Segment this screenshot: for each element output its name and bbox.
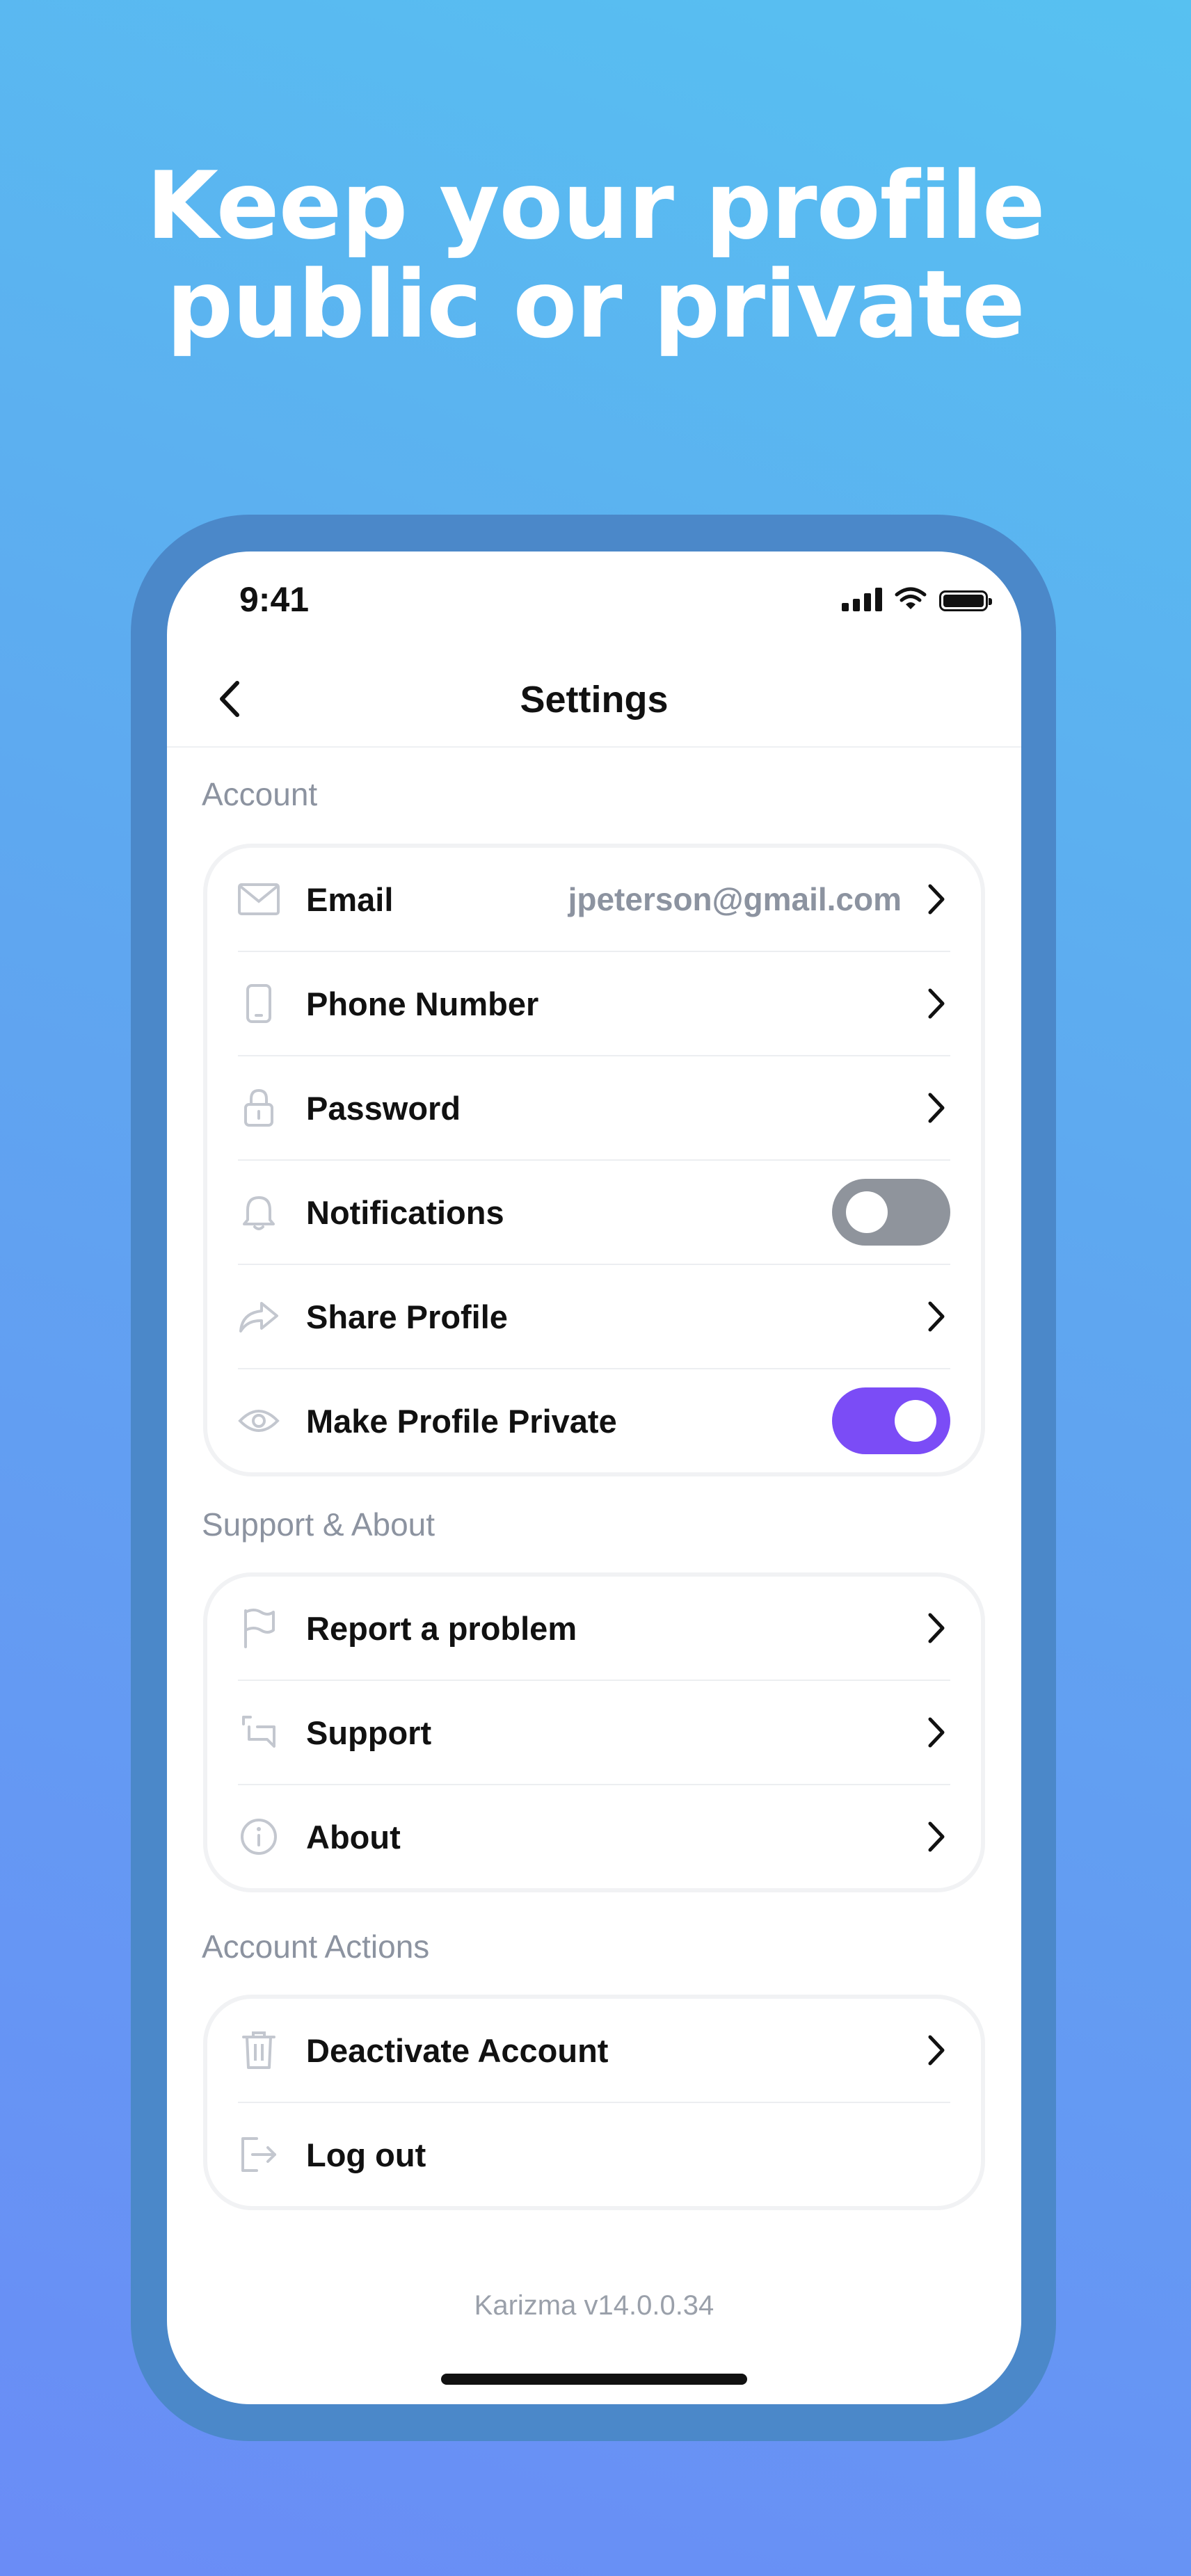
signal-icon [842,586,882,611]
flag-icon [238,1607,280,1649]
row-label: Make Profile Private [306,1402,617,1440]
chevron-right-icon [922,1816,950,1858]
info-icon [238,1816,280,1858]
phone-screen: 9:41 Settings Account Email jpeterson@gm… [167,552,1021,2404]
settings-row-support[interactable]: Support [238,1681,950,1785]
make-private-toggle[interactable] [832,1387,950,1454]
settings-row-logout[interactable]: Log out [238,2103,950,2206]
section-label-actions: Account Actions [202,1929,430,1965]
chevron-right-icon [922,983,950,1024]
page-title: Settings [520,679,669,721]
settings-row-phone[interactable]: Phone Number [238,952,950,1056]
wifi-icon [895,587,927,609]
chat-icon [238,1712,280,1753]
settings-row-deactivate[interactable]: Deactivate Account [238,1999,950,2103]
settings-row-password[interactable]: Password [238,1056,950,1161]
notifications-toggle[interactable] [832,1179,950,1246]
lock-icon [238,1087,280,1129]
app-version: Karizma v14.0.0.34 [474,2290,714,2321]
share-icon [238,1296,280,1337]
row-label: Password [306,1089,461,1127]
row-label: Log out [306,2136,426,2173]
headline: Keep your profile public or private [0,156,1191,354]
row-label: Email [306,880,394,918]
row-label: Share Profile [306,1298,508,1335]
chevron-right-icon [922,2029,950,2071]
row-label: About [306,1818,401,1855]
logout-icon [238,2134,280,2175]
chevron-right-icon [922,1087,950,1129]
email-value: jpeterson@gmail.com [568,881,902,917]
settings-row-email[interactable]: Email jpeterson@gmail.com [238,848,950,952]
nav-bar: Settings [167,649,1021,748]
settings-row-report-problem[interactable]: Report a problem [238,1577,950,1681]
phone-icon [238,983,280,1024]
eye-icon [238,1400,280,1442]
support-card: Report a problem Support About [203,1572,985,1892]
headline-line2: public or private [166,250,1025,359]
headline-line1: Keep your profile [146,152,1045,260]
mail-icon [238,878,280,920]
section-label-support: Support & About [202,1506,435,1543]
chevron-right-icon [922,1296,950,1337]
toggle-knob [846,1191,888,1233]
chevron-right-icon [922,1712,950,1753]
home-indicator [441,2374,747,2385]
toggle-knob [895,1400,936,1442]
settings-row-make-private: Make Profile Private [238,1369,950,1472]
bell-icon [238,1191,280,1233]
battery-icon [939,590,992,611]
status-time: 9:41 [239,580,310,619]
row-label: Deactivate Account [306,2031,609,2069]
chevron-right-icon [922,1607,950,1649]
settings-row-share-profile[interactable]: Share Profile [238,1265,950,1369]
row-label: Notifications [306,1193,504,1231]
section-label-account: Account [202,776,318,812]
row-label: Report a problem [306,1609,577,1647]
settings-row-notifications: Notifications [238,1161,950,1265]
settings-row-about[interactable]: About [238,1785,950,1888]
account-card: Email jpeterson@gmail.com Phone Number P… [203,844,985,1476]
row-label: Support [306,1714,432,1751]
row-label: Phone Number [306,985,539,1022]
actions-card: Deactivate Account Log out [203,1995,985,2210]
status-icons [842,586,992,611]
trash-icon [238,2029,280,2071]
chevron-right-icon [922,878,950,920]
